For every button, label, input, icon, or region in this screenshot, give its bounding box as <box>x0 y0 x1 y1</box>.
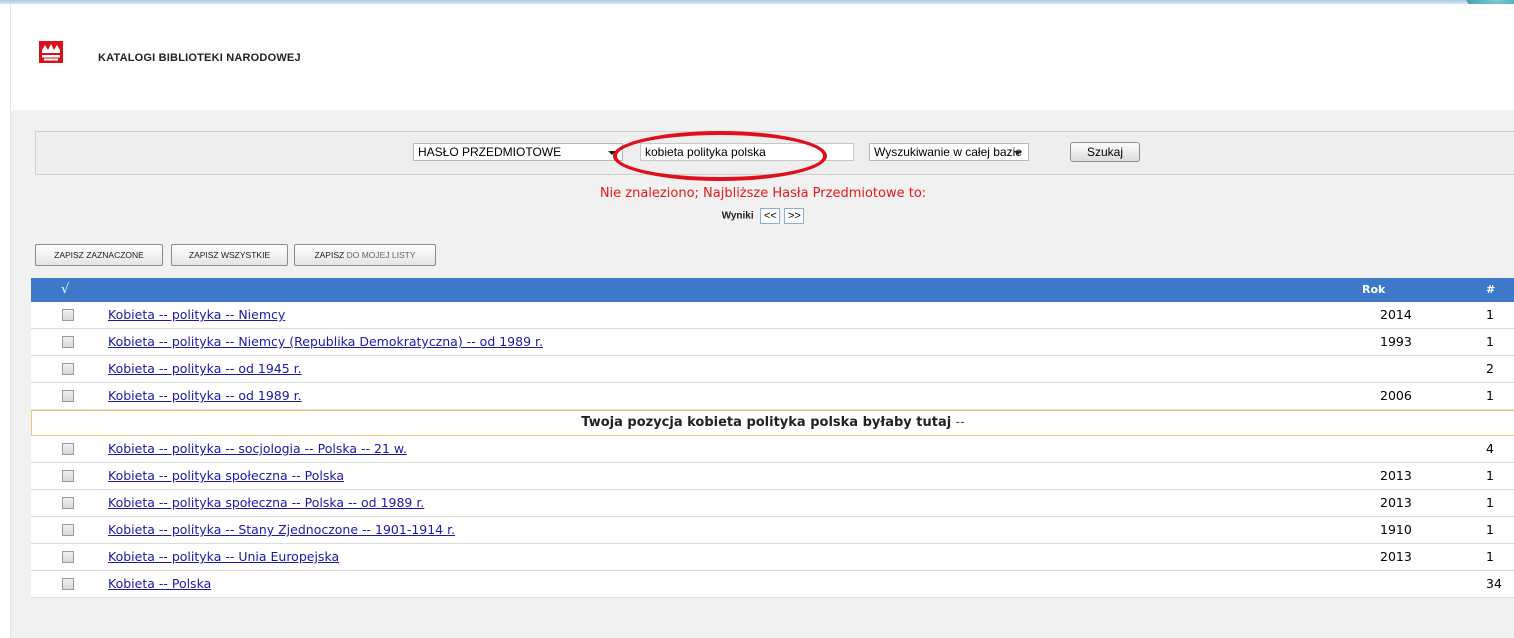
table-header: √ Rok # <box>31 278 1514 302</box>
row-count: 2 <box>1486 361 1494 376</box>
row-checkbox[interactable] <box>62 497 74 509</box>
row-count: 1 <box>1486 334 1494 349</box>
query-position-row: Twoja pozycja kobieta polityka polska by… <box>31 410 1514 436</box>
year-column-header: Rok <box>1362 283 1386 296</box>
chevron-down-icon <box>608 151 616 155</box>
save-to-my-list-rest: DO MOJEJ LISTY <box>346 250 416 260</box>
results-nav: Wyniki << >> <box>11 208 1514 224</box>
not-found-message: Nie znaleziono; Najbliższe Hasła Przedmi… <box>599 186 927 201</box>
chevron-down-icon <box>1014 151 1022 155</box>
subject-link[interactable]: Kobieta -- polityka społeczna -- Polska <box>108 468 344 483</box>
row-year: 2013 <box>1380 468 1412 483</box>
search-scope-select-value: Wyszukiwanie w całej bazie <box>874 145 1022 159</box>
row-count: 34 <box>1486 576 1502 591</box>
search-field-select-value: HASŁO PRZEDMIOTOWE <box>418 145 562 159</box>
row-checkbox[interactable] <box>62 336 74 348</box>
table-row: Kobieta -- Polska 34 <box>31 571 1514 598</box>
row-count: 1 <box>1486 522 1494 537</box>
row-year: 1993 <box>1380 334 1412 349</box>
subject-link[interactable]: Kobieta -- polityka społeczna -- Polska … <box>108 495 424 510</box>
table-row: Kobieta -- polityka -- Stany Zjednoczone… <box>31 517 1514 544</box>
search-scope-select[interactable]: Wyszukiwanie w całej bazie <box>869 143 1029 161</box>
next-page-button[interactable]: >> <box>784 208 805 224</box>
subject-link[interactable]: Kobieta -- polityka -- od 1989 r. <box>108 388 302 403</box>
prev-page-button[interactable]: << <box>760 208 781 224</box>
save-all-button[interactable]: ZAPISZ WSZYSTKIE <box>171 244 288 266</box>
subject-link[interactable]: Kobieta -- polityka -- Unia Europejska <box>108 549 339 564</box>
row-checkbox[interactable] <box>62 443 74 455</box>
library-logo-icon[interactable] <box>39 41 63 63</box>
row-count: 1 <box>1486 307 1494 322</box>
table-row: Kobieta -- polityka -- Unia Europejska 2… <box>31 544 1514 571</box>
row-count: 4 <box>1486 441 1494 456</box>
table-row: Kobieta -- polityka -- Niemcy (Republika… <box>31 329 1514 356</box>
save-to-my-list-bold: ZAPISZ <box>314 250 345 260</box>
main-content: HASŁO PRZEDMIOTOWE Wyszukiwanie w całej … <box>11 110 1514 638</box>
row-year: 2006 <box>1380 388 1412 403</box>
save-selected-button[interactable]: ZAPISZ ZAZNACZONE <box>35 244 163 266</box>
count-column-header: # <box>1486 283 1496 296</box>
row-count: 1 <box>1486 549 1494 564</box>
subject-link[interactable]: Kobieta -- polityka -- socjologia -- Pol… <box>108 441 407 456</box>
table-row: Kobieta -- polityka społeczna -- Polska … <box>31 463 1514 490</box>
row-checkbox[interactable] <box>62 309 74 321</box>
table-row: Kobieta -- polityka -- socjologia -- Pol… <box>31 436 1514 463</box>
search-button[interactable]: Szukaj <box>1070 142 1140 162</box>
results-table: √ Rok # Kobieta -- polityka -- Niemcy 20… <box>31 278 1514 598</box>
save-to-my-list-button[interactable]: ZAPISZ DO MOJEJ LISTY <box>294 244 436 266</box>
results-nav-label: Wyniki <box>721 210 754 222</box>
page: KATALOGI BIBLIOTEKI NARODOWEJ HASŁO PRZE… <box>10 4 1514 638</box>
row-checkbox[interactable] <box>62 470 74 482</box>
row-year: 1910 <box>1380 522 1412 537</box>
row-count: 1 <box>1486 468 1494 483</box>
query-position-text: Twoja pozycja kobieta polityka polska by… <box>581 415 952 430</box>
subject-link[interactable]: Kobieta -- polityka -- Stany Zjednoczone… <box>108 522 455 537</box>
search-bar: HASŁO PRZEDMIOTOWE Wyszukiwanie w całej … <box>35 131 1514 181</box>
row-count: 1 <box>1486 388 1494 403</box>
check-column-header[interactable]: √ <box>61 282 69 297</box>
query-position-separator: -- <box>955 415 965 430</box>
search-field-select[interactable]: HASŁO PRZEDMIOTOWE <box>413 143 623 161</box>
row-count: 1 <box>1486 495 1494 510</box>
row-checkbox[interactable] <box>62 524 74 536</box>
subject-link[interactable]: Kobieta -- polityka -- Niemcy <box>108 307 285 322</box>
row-year: 2013 <box>1380 495 1412 510</box>
subject-link[interactable]: Kobieta -- polityka -- od 1945 r. <box>108 361 302 376</box>
row-checkbox[interactable] <box>62 578 74 590</box>
subject-link[interactable]: Kobieta -- Polska <box>108 576 211 591</box>
table-row: Kobieta -- polityka -- od 1989 r. 2006 1 <box>31 383 1514 410</box>
row-checkbox[interactable] <box>62 551 74 563</box>
table-row: Kobieta -- polityka -- Niemcy 2014 1 <box>31 302 1514 329</box>
subject-link[interactable]: Kobieta -- polityka -- Niemcy (Republika… <box>108 334 543 349</box>
search-input[interactable] <box>640 143 854 161</box>
site-title[interactable]: KATALOGI BIBLIOTEKI NARODOWEJ <box>98 52 301 64</box>
row-year: 2013 <box>1380 549 1412 564</box>
row-checkbox[interactable] <box>62 390 74 402</box>
table-row: Kobieta -- polityka społeczna -- Polska … <box>31 490 1514 517</box>
table-row: Kobieta -- polityka -- od 1945 r. 2 <box>31 356 1514 383</box>
row-year: 2014 <box>1380 307 1412 322</box>
site-header: KATALOGI BIBLIOTEKI NARODOWEJ <box>11 4 1514 110</box>
row-checkbox[interactable] <box>62 363 74 375</box>
